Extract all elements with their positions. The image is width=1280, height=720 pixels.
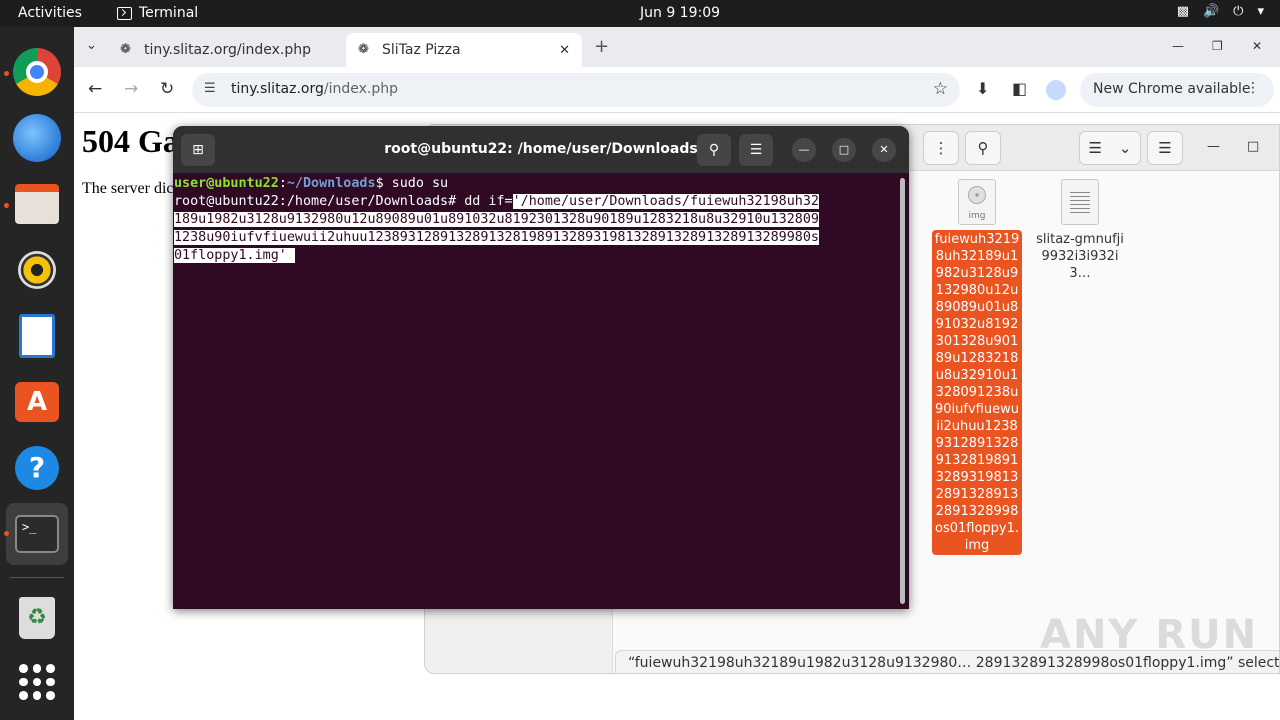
power-icon[interactable]: ⏻: [1233, 4, 1243, 19]
terminal-scrollbar[interactable]: [900, 178, 905, 604]
files-main-menu-icon[interactable]: ☰: [1147, 131, 1183, 165]
anyrun-watermark: ANY RUN: [1040, 612, 1259, 658]
site-info-icon[interactable]: ☰: [204, 81, 216, 96]
dock-terminal[interactable]: >_: [12, 509, 62, 559]
spider-favicon-icon: ❁: [120, 42, 131, 57]
dock-trash[interactable]: ♻: [12, 593, 62, 643]
files-search-icon[interactable]: ⚲: [965, 131, 1001, 165]
tab-search-chevron-icon[interactable]: ⌄: [86, 38, 97, 53]
running-indicator: [4, 71, 9, 76]
files-icon: [15, 184, 59, 224]
download-icon[interactable]: ⬇: [976, 79, 989, 98]
list-view-icon[interactable]: ☰: [1088, 139, 1101, 157]
terminal-line: 01floppy1.img': [174, 248, 295, 263]
app-name: Terminal: [139, 5, 199, 21]
back-icon[interactable]: ←: [88, 79, 102, 99]
file-item-floppy-img[interactable]: img fuiewuh32198uh32189u1982u3128u913298…: [932, 179, 1022, 555]
tab-title: SliTaz Pizza: [382, 42, 461, 58]
page-heading: 504 Ga: [82, 123, 179, 159]
terminal-line: 189u1982u3128u9132980u12u89089u01u891032…: [174, 212, 819, 227]
close-window-icon[interactable]: ✕: [1252, 39, 1262, 53]
chrome-update-button[interactable]: New Chrome available ⋮: [1080, 73, 1274, 107]
terminal-app-icon: [117, 6, 132, 20]
show-apps-icon: [19, 664, 55, 700]
new-tab-icon[interactable]: +: [594, 36, 609, 57]
terminal-minimize-icon[interactable]: —: [792, 138, 816, 162]
address-bar[interactable]: ☰ tiny.slitaz.org/index.php ☆: [192, 73, 960, 107]
network-icon[interactable]: ▩: [1177, 4, 1189, 19]
top-bar: Activities Terminal Jun 9 19:09 ▩ 🔊 ⏻ ▾: [0, 0, 1280, 27]
rhythmbox-icon: [18, 251, 56, 289]
url-text[interactable]: tiny.slitaz.org/index.php: [231, 81, 398, 97]
dock: A ? >_ ♻: [0, 27, 74, 720]
terminal-window: ⊞ root@ubuntu22: /home/user/Downloads ⚲ …: [173, 126, 909, 609]
dock-rhythmbox[interactable]: [12, 245, 62, 295]
tab-title: tiny.slitaz.org/index.php: [144, 42, 312, 58]
help-icon: ?: [15, 446, 59, 490]
page-body-text: The server dic: [82, 180, 174, 197]
terminal-output[interactable]: user@ubuntu22:~/Downloads$ sudo su root@…: [174, 175, 898, 265]
dock-files[interactable]: [12, 179, 62, 229]
clock[interactable]: Jun 9 19:09: [640, 5, 720, 21]
disc-image-icon: img: [958, 179, 996, 225]
close-tab-icon[interactable]: ✕: [559, 43, 570, 58]
files-minimize-icon[interactable]: —: [1207, 139, 1220, 154]
side-panel-icon[interactable]: ◧: [1012, 79, 1027, 98]
trash-icon: ♻: [19, 597, 55, 639]
dock-show-apps[interactable]: [12, 657, 62, 707]
file-name: slitaz-gmnufji9932i3i932i3…: [1036, 232, 1124, 281]
file-item-slitaz[interactable]: slitaz-gmnufji9932i3i932i3…: [1035, 179, 1125, 282]
minimize-icon[interactable]: —: [1172, 39, 1184, 53]
dock-app-center[interactable]: A: [12, 377, 62, 427]
terminal-header-bar: ⊞ root@ubuntu22: /home/user/Downloads ⚲ …: [173, 126, 909, 173]
writer-icon: [19, 314, 55, 358]
dock-separator: [10, 577, 64, 578]
terminal-menu-icon[interactable]: ☰: [739, 134, 773, 166]
terminal-line: root@ubuntu22:/home/user/Downloads# dd i…: [174, 194, 819, 209]
more-menu-icon[interactable]: ⋮: [1246, 80, 1260, 96]
terminal-close-icon[interactable]: ✕: [872, 138, 896, 162]
bookmark-star-icon[interactable]: ☆: [933, 79, 948, 99]
chrome-icon: [13, 48, 61, 96]
terminal-search-icon[interactable]: ⚲: [697, 134, 731, 166]
document-icon: [1061, 179, 1099, 225]
dock-help[interactable]: ?: [12, 443, 62, 493]
terminal-maximize-icon[interactable]: □: [832, 138, 856, 162]
app-menu[interactable]: Terminal: [117, 5, 198, 21]
system-tray[interactable]: ▩ 🔊 ⏻ ▾: [1177, 4, 1264, 19]
file-name: fuiewuh32198uh32189u1982u3128u9132980u12…: [932, 230, 1022, 555]
thunderbird-icon: [13, 114, 61, 162]
chevron-down-icon[interactable]: ▾: [1257, 4, 1264, 19]
profile-avatar-icon[interactable]: [1046, 80, 1066, 100]
dock-writer[interactable]: [12, 311, 62, 361]
running-indicator: [4, 203, 9, 208]
dock-thunderbird[interactable]: [12, 113, 62, 163]
dock-chrome[interactable]: [12, 47, 62, 97]
forward-icon[interactable]: →: [124, 79, 138, 99]
tab-strip: ⌄ ❁ tiny.slitaz.org/index.php ❁ SliTaz P…: [74, 27, 1280, 67]
files-menu-dots-icon[interactable]: ⋮: [923, 131, 959, 165]
spider-favicon-icon: ❁: [358, 42, 369, 57]
app-center-icon: A: [15, 382, 59, 422]
browser-toolbar: ← → ↻ ☰ tiny.slitaz.org/index.php ☆ ⬇ ◧ …: [74, 67, 1280, 113]
tab-tiny-slitaz[interactable]: ❁ tiny.slitaz.org/index.php: [108, 33, 338, 67]
running-indicator: [4, 531, 9, 536]
tab-slitaz-pizza[interactable]: ❁ SliTaz Pizza ✕: [346, 33, 582, 67]
reload-icon[interactable]: ↻: [160, 79, 174, 99]
restore-icon[interactable]: ❐: [1212, 39, 1223, 53]
terminal-line: 1238u90iufvfiuewuii2uhuu1238931289132891…: [174, 230, 819, 245]
activities-button[interactable]: Activities: [18, 5, 82, 21]
view-toggle[interactable]: ☰ ⌄: [1079, 131, 1141, 165]
terminal-line: user@ubuntu22:~/Downloads$ sudo su: [174, 176, 449, 191]
files-maximize-icon[interactable]: □: [1247, 139, 1259, 154]
chevron-down-icon[interactable]: ⌄: [1119, 139, 1132, 157]
volume-icon[interactable]: 🔊: [1203, 4, 1219, 19]
terminal-icon: >_: [15, 515, 59, 553]
